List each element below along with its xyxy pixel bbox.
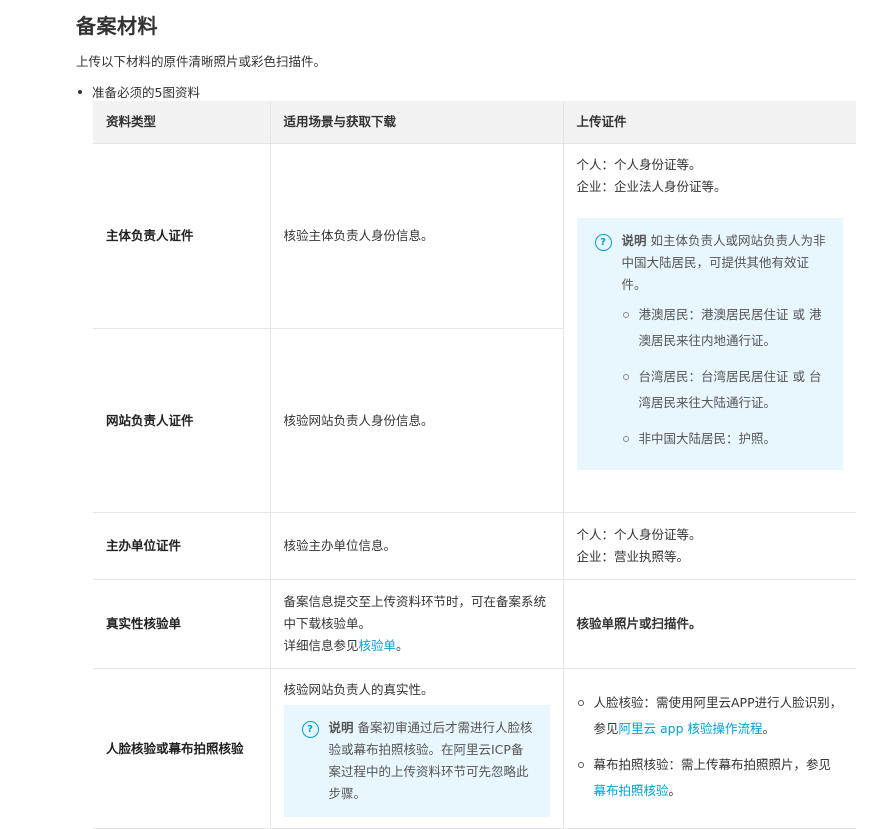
row-scene-cell: 核验主办单位信息。 [269,512,563,580]
row-scene-cell: 核验网站负责人身份信息。 [269,328,563,513]
note-list: 港澳居民：港澳居民居住证 或 港澳居民来往内地通行证。 台湾居民：台湾居民居住证… [622,302,830,452]
scene-text: 备案信息提交至上传资料环节时，可在备案系统中下载核验单。 [283,594,547,631]
table-row: 人脸核验或幕布拍照核验 核验网站负责人的真实性。 ? 说明 备案初审通过后才需进行… [93,668,856,829]
list-item: 人脸核验：需使用阿里云APP进行人脸识别，参见阿里云 app 核验操作流程。 [577,690,844,742]
note-text: 备案初审通过后才需进行人脸核验或幕布拍照核验。在阿里云ICP备案过程中的上传资料… [328,720,533,801]
list-item: 港澳居民：港澳居民居住证 或 港澳居民来往内地通行证。 [622,302,830,354]
scene-text: 核验网站负责人的真实性。 [283,682,434,697]
row-type-cell: 真实性核验单 [93,579,270,669]
header-type: 资料类型 [93,101,270,144]
header-scene: 适用场景与获取下载 [269,101,563,144]
bullet-dot-icon [78,89,82,94]
note-label: 说明 [621,233,647,248]
table-row: 真实性核验单 备案信息提交至上传资料环节时，可在备案系统中下载核验单。 详细信息… [93,579,856,669]
list-item: 非中国大陆居民：护照。 [622,426,830,452]
table-row: 主体负责人证件 核验主体负责人身份信息。 个人：个人身份证等。 企业：企业法人身… [93,143,856,513]
note-label: 说明 [328,720,354,735]
circle-bullet-icon [577,699,584,706]
bullet-item: 准备必须的5图资料 [78,82,200,101]
row-upload-cell: 人脸核验：需使用阿里云APP进行人脸识别，参见阿里云 app 核验操作流程。 幕… [562,668,856,829]
upload-line: 企业：营业执照等。 [576,549,690,564]
verification-form-link[interactable]: 核验单 [359,638,397,653]
upload-line: 个人：个人身份证等。 [576,157,702,172]
row-upload-cell: 个人：个人身份证等。 企业：企业法人身份证等。 ? 说明 如主体负责人或网站负责人… [562,143,856,513]
row-scene-cell: 备案信息提交至上传资料环节时，可在备案系统中下载核验单。 详细信息参见核验单。 [269,579,563,669]
row-upload-cell: 个人：个人身份证等。 企业：营业执照等。 [562,512,856,580]
app-verification-link[interactable]: 阿里云 app 核验操作流程 [619,721,763,736]
circle-bullet-icon [622,374,629,380]
table-header-row: 资料类型 适用场景与获取下载 上传证件 [93,101,856,144]
bullet-text: 准备必须的5图资料 [92,85,200,100]
intro-text: 上传以下材料的原件清晰照片或彩色扫描件。 [76,54,327,69]
table-row: 主办单位证件 核验主办单位信息。 个人：个人身份证等。 企业：营业执照等。 [93,512,856,580]
row-type-cell: 主办单位证件 [93,512,270,580]
upload-line: 个人：个人身份证等。 [576,527,702,542]
circle-bullet-icon [622,312,629,318]
scene-more: 详细信息参见核验单。 [283,638,409,653]
note-text: 如主体负责人或网站负责人为非中国大陆居民，可提供其他有效证件。 [621,233,826,292]
circle-bullet-icon [577,761,584,768]
question-circle-icon: ? [594,234,612,251]
question-circle-icon: ? [301,721,319,738]
note-box: ? 说明 备案初审通过后才需进行人脸核验或幕布拍照核验。在阿里云ICP备案过程中的… [283,705,550,817]
row-type-cell: 人脸核验或幕布拍照核验 [93,668,270,829]
materials-table: 资料类型 适用场景与获取下载 上传证件 主体负责人证件 核验主体负责人身份信息。… [93,101,856,829]
circle-bullet-icon [622,436,629,442]
upload-line: 企业：企业法人身份证等。 [576,179,727,194]
curtain-photo-link[interactable]: 幕布拍照核验 [594,783,669,798]
note-box: ? 说明 如主体负责人或网站负责人为非中国大陆居民，可提供其他有效证件。 港澳居民… [576,218,843,470]
row-type-cell: 主体负责人证件 [93,143,270,329]
row-upload-cell: 核验单照片或扫描件。 [562,579,856,669]
page-title: 备案材料 [76,14,158,38]
list-item: 台湾居民：台湾居民居住证 或 台湾居民来往大陆通行证。 [622,364,830,416]
header-upload: 上传证件 [562,101,856,144]
row-scene-cell: 核验网站负责人的真实性。 ? 说明 备案初审通过后才需进行人脸核验或幕布拍照核验。… [269,668,563,829]
upload-list: 人脸核验：需使用阿里云APP进行人脸识别，参见阿里云 app 核验操作流程。 幕… [577,690,844,804]
list-item: 幕布拍照核验：需上传幕布拍照照片，参见幕布拍照核验。 [577,752,844,804]
row-scene-cell: 核验主体负责人身份信息。 [269,143,563,329]
row-type-cell: 网站负责人证件 [93,328,270,513]
